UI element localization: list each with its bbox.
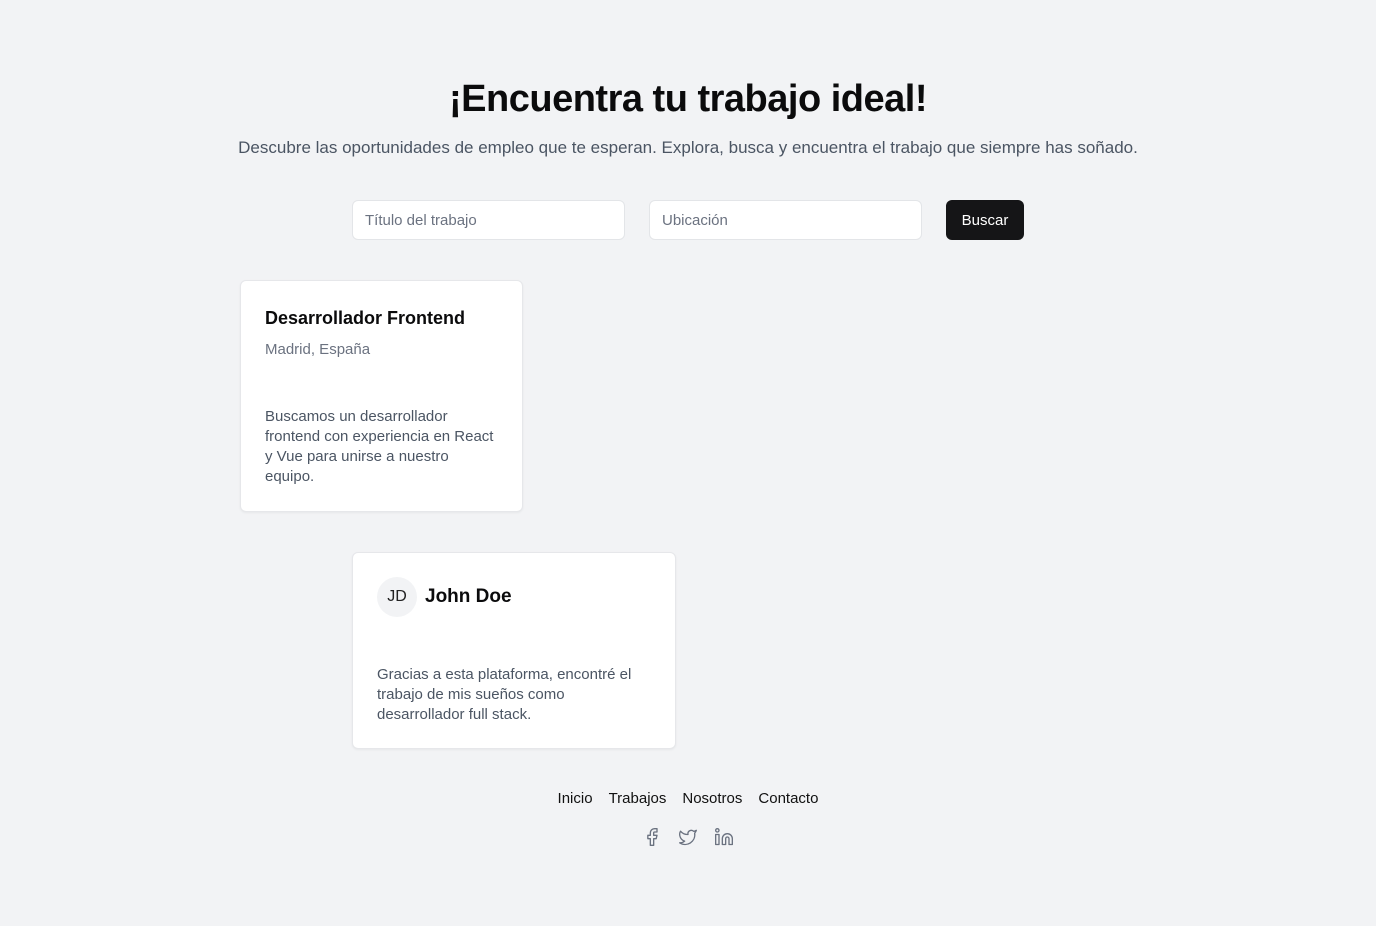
footer-link-contacto[interactable]: Contacto bbox=[758, 790, 818, 807]
testimonial-card: JD John Doe Gracias a esta plataforma, e… bbox=[352, 552, 676, 749]
job-description: Buscamos un desarrollador frontend con e… bbox=[265, 408, 494, 485]
testimonial-author: JD John Doe bbox=[377, 577, 651, 617]
author-name: John Doe bbox=[425, 586, 512, 607]
page-subtitle: Descubre las oportunidades de empleo que… bbox=[238, 138, 1138, 157]
job-search-form: Buscar bbox=[352, 200, 1024, 240]
footer-link-nosotros[interactable]: Nosotros bbox=[682, 790, 742, 807]
footer-link-trabajos[interactable]: Trabajos bbox=[609, 790, 667, 807]
job-location: Madrid, España bbox=[265, 341, 371, 358]
twitter-icon[interactable] bbox=[677, 826, 699, 848]
testimonial-text: Gracias a esta plataforma, encontré el t… bbox=[377, 666, 632, 723]
social-links bbox=[0, 826, 1376, 848]
job-title: Desarrollador Frontend bbox=[265, 308, 466, 328]
footer-navigation: Inicio Trabajos Nosotros Contacto bbox=[0, 790, 1376, 807]
linkedin-icon[interactable] bbox=[713, 826, 735, 848]
job-board-page: ¡Encuentra tu trabajo ideal! Descubre la… bbox=[0, 0, 1376, 926]
location-input[interactable] bbox=[649, 200, 922, 240]
footer-link-inicio[interactable]: Inicio bbox=[558, 790, 593, 807]
facebook-icon[interactable] bbox=[641, 826, 663, 848]
avatar: JD bbox=[377, 577, 417, 617]
page-title: ¡Encuentra tu trabajo ideal! bbox=[449, 78, 927, 120]
job-card[interactable]: Desarrollador Frontend Madrid, España Bu… bbox=[240, 280, 523, 512]
job-title-input[interactable] bbox=[352, 200, 625, 240]
search-button[interactable]: Buscar bbox=[946, 200, 1024, 240]
